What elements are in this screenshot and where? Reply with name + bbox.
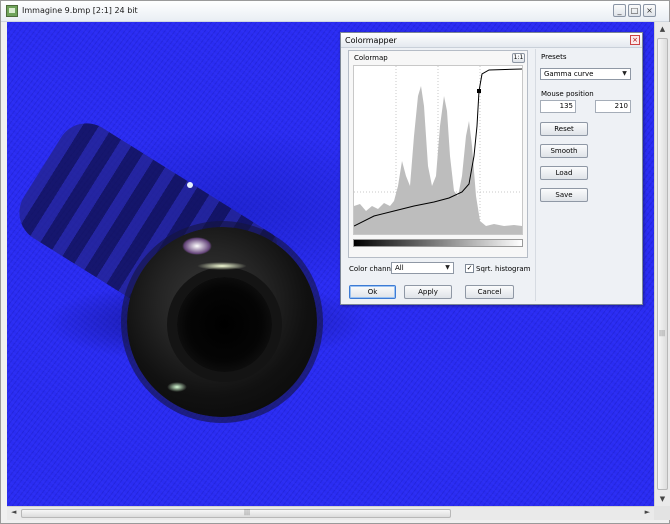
scroll-grip-icon: ||| [659, 330, 666, 337]
presets-panel: Presets Gamma curve ▼ Mouse position 135… [536, 50, 636, 302]
window-title: Immagine 9.bmp [2:1] 24 bit [22, 6, 138, 15]
presets-label: Presets [541, 53, 567, 61]
mouse-y-field[interactable]: 210 [595, 100, 631, 113]
colormap-label: Colormap [354, 54, 388, 62]
size-grip[interactable] [654, 506, 670, 520]
vertical-scroll-thumb[interactable] [657, 38, 668, 490]
scroll-left-icon[interactable]: ◄ [11, 508, 16, 516]
presets-select[interactable]: Gamma curve ▼ [540, 68, 631, 80]
colormap-curve-editor[interactable] [353, 65, 523, 235]
dialog-title-bar[interactable]: Colormapper × [341, 33, 642, 48]
scroll-right-icon[interactable]: ► [645, 508, 650, 516]
histogram-curve-graph [354, 66, 522, 234]
mouse-x-field[interactable]: 135 [540, 100, 576, 113]
vertical-scrollbar[interactable]: ▲ ||| ▼ [654, 22, 670, 506]
save-button[interactable]: Save [540, 188, 588, 202]
chevron-down-icon: ▼ [445, 264, 450, 271]
grayscale-gradient-bar [353, 239, 523, 247]
presets-value: Gamma curve [544, 70, 594, 78]
load-button[interactable]: Load [540, 166, 588, 180]
smooth-button[interactable]: Smooth [540, 144, 588, 158]
scroll-grip-icon: ||| [244, 509, 251, 516]
scroll-up-icon[interactable]: ▲ [657, 25, 668, 33]
specular-highlight [182, 237, 212, 255]
sqrt-histogram-label: Sqrt. histogram [476, 265, 531, 273]
image-icon [6, 5, 18, 17]
maximize-button[interactable]: □ [628, 4, 641, 17]
curve-control-point[interactable] [477, 89, 481, 93]
horizontal-scroll-thumb[interactable]: ||| [21, 509, 451, 518]
reset-button[interactable]: Reset [540, 122, 588, 136]
title-bar[interactable]: Immagine 9.bmp [2:1] 24 bit _ □ × [1, 1, 669, 22]
apply-button[interactable]: Apply [404, 285, 452, 299]
scroll-down-icon[interactable]: ▼ [657, 495, 668, 503]
mouse-position-label: Mouse position [541, 90, 594, 98]
minimize-button[interactable]: _ [613, 4, 626, 17]
close-button[interactable]: × [643, 4, 656, 17]
color-channel-select[interactable]: All ▼ [391, 262, 454, 274]
color-channel-label: Color channel [349, 265, 398, 273]
ok-button[interactable]: Ok [349, 285, 396, 299]
sqrt-histogram-checkbox[interactable]: ✓ [465, 264, 474, 273]
plug-opening-inner [177, 277, 272, 372]
chevron-down-icon: ▼ [622, 70, 627, 77]
dialog-title: Colormapper [345, 36, 397, 45]
specular-highlight [187, 182, 193, 188]
close-icon[interactable]: × [630, 35, 640, 45]
horizontal-scrollbar[interactable]: ◄ ||| ► [7, 506, 654, 520]
colormap-panel: Colormap 1:1 [348, 50, 528, 258]
color-channel-value: All [395, 264, 404, 272]
colormapper-dialog: Colormapper × Colormap 1:1 Color channel… [340, 32, 643, 305]
specular-highlight [197, 262, 247, 270]
image-window: Immagine 9.bmp [2:1] 24 bit _ □ × ▲ ||| … [0, 0, 670, 524]
cancel-button[interactable]: Cancel [465, 285, 514, 299]
specular-highlight [167, 382, 187, 392]
zoom-one-to-one-button[interactable]: 1:1 [512, 53, 525, 63]
